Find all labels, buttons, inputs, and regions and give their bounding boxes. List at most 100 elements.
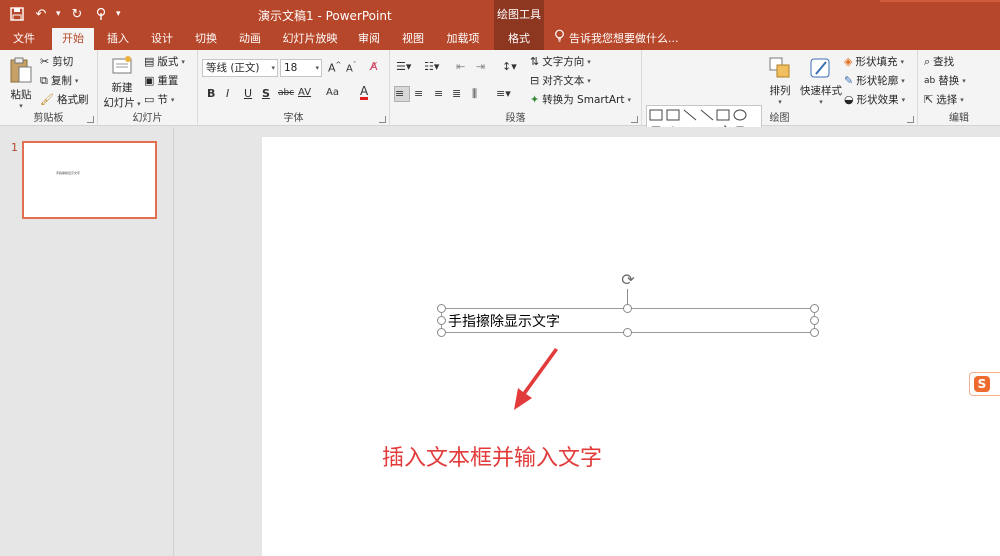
editing-label: 编辑 (949, 113, 969, 124)
ime-toolbar[interactable]: S (969, 372, 1000, 396)
font-group: 等线 (正文) ▾ 18 ▾ A^ Aˇ A̸ B I U S abc AV Aa … (198, 50, 390, 126)
underline-icon[interactable]: U (244, 87, 252, 100)
font-launcher-icon[interactable] (379, 116, 386, 123)
text-box-content[interactable]: 手指擦除显示文字 (448, 311, 560, 331)
tell-me-box[interactable]: 告诉我您想要做什么... (554, 28, 679, 50)
reset-button[interactable]: ▣ 重置 (144, 73, 178, 88)
sogou-ime-icon[interactable]: S (974, 376, 990, 392)
clipboard-label: 剪贴板 (33, 113, 64, 124)
increase-font-size-icon[interactable]: A^ (328, 61, 341, 75)
slide-thumbnail[interactable]: 手指擦除显示文字 (22, 141, 157, 219)
format-painter-button[interactable]: 🖌 格式刷 (40, 92, 88, 107)
resize-handle-top-left[interactable] (437, 304, 446, 313)
section-button[interactable]: ▭ 节 ▾ (144, 92, 174, 107)
numbering-icon[interactable]: ☷▾ (424, 60, 439, 73)
rotate-handle-icon[interactable]: ⟳ (619, 271, 637, 289)
arrange-button[interactable]: 排列 ▾ (764, 56, 796, 106)
clipboard-launcher-icon[interactable] (87, 116, 94, 123)
layout-button[interactable]: ▤ 版式 ▾ (144, 54, 185, 69)
font-name-combo[interactable]: 等线 (正文) ▾ (202, 59, 278, 77)
text-direction-button[interactable]: ⇅ 文字方向 ▾ (530, 54, 591, 69)
tab-file[interactable]: 文件 (6, 28, 42, 50)
paragraph-label: 段落 (505, 113, 526, 124)
annotation-caption: 插入文本框并输入文字 (382, 446, 603, 471)
arrow-line-shape-icon (700, 109, 714, 121)
decrease-font-size-icon[interactable]: Aˇ (346, 61, 356, 74)
bullets-icon[interactable]: ☰▾ (396, 60, 411, 73)
redo-icon[interactable]: ↻ (68, 5, 86, 23)
font-size-combo[interactable]: 18 ▾ (280, 59, 322, 77)
align-text-icon: ⊟ (530, 73, 540, 87)
cut-button[interactable]: ✂ 剪切 (40, 54, 73, 69)
change-case-icon[interactable]: Aa (326, 87, 339, 98)
tab-insert[interactable]: 插入 (100, 28, 136, 50)
resize-handle-top[interactable] (623, 304, 632, 313)
decrease-indent-icon[interactable]: ⇤ (456, 60, 465, 73)
slide[interactable] (262, 137, 1000, 556)
justify-icon[interactable]: ≣ (452, 87, 461, 100)
character-spacing-icon[interactable]: AV (298, 87, 311, 98)
increase-indent-icon[interactable]: ⇥ (476, 60, 485, 73)
paintbrush-icon: 🖌 (40, 92, 54, 106)
undo-icon[interactable]: ↶ (32, 5, 50, 23)
tab-slideshow[interactable]: 幻灯片放映 (278, 28, 342, 50)
textbox-shape-icon (649, 109, 663, 121)
font-color-icon[interactable]: A (360, 85, 369, 100)
text-shadow-icon[interactable]: S (262, 87, 270, 100)
document-title: 演示文稿1 - PowerPoint (258, 9, 392, 23)
resize-handle-left[interactable] (437, 316, 446, 325)
paste-button[interactable]: 粘贴 ▾ (6, 56, 36, 110)
shape-effects-button[interactable]: ◒ 形状效果 ▾ (844, 92, 905, 107)
resize-handle-bottom-left[interactable] (437, 328, 446, 337)
tab-addins[interactable]: 加载项 (440, 28, 486, 50)
touch-mode-icon[interactable] (92, 5, 110, 23)
drawing-launcher-icon[interactable] (907, 116, 914, 123)
tab-home[interactable]: 开始 (52, 28, 94, 50)
ribbon: 粘贴 ▾ ✂ 剪切 ⧉ 复制 ▾ 🖌 格式刷 剪贴板 新建 幻灯片 ▾ ▤ 版式… (0, 50, 1000, 159)
align-text-button[interactable]: ⊟ 对齐文本 ▾ (530, 73, 591, 88)
clear-formatting-icon[interactable]: A̸ (370, 60, 378, 73)
quick-styles-icon (810, 58, 830, 78)
convert-smartart-button[interactable]: ✦ 转换为 SmartArt ▾ (530, 92, 631, 107)
paragraph-launcher-icon[interactable] (631, 116, 638, 123)
replace-button[interactable]: ab 替换 ▾ (924, 73, 966, 88)
new-slide-button[interactable]: 新建 幻灯片 ▾ (102, 55, 142, 110)
align-right-icon[interactable]: ≡ (434, 87, 443, 100)
strikethrough-icon[interactable]: abc (278, 88, 294, 98)
columns-icon[interactable]: ⫼ (472, 87, 477, 101)
find-button[interactable]: ⌕ 查找 (924, 54, 954, 69)
tab-format[interactable]: 格式 (494, 28, 544, 50)
tab-view[interactable]: 视图 (396, 28, 430, 50)
bold-icon[interactable]: B (207, 87, 215, 100)
tab-animations[interactable]: 动画 (232, 28, 268, 50)
tab-design[interactable]: 设计 (144, 28, 180, 50)
shape-outline-button[interactable]: ✎ 形状轮廓 ▾ (844, 73, 905, 88)
align-left-icon[interactable]: ≡ (394, 86, 410, 102)
undo-dropdown-icon[interactable]: ▾ (56, 9, 62, 19)
title-bar: ↶ ▾ ↻ ▾ 演示文稿1 - PowerPoint 绘图工具 (0, 0, 1000, 28)
align-columns-icon[interactable]: ≡▾ (496, 87, 511, 100)
quick-access-toolbar: ↶ ▾ ↻ ▾ (8, 4, 122, 24)
layout-icon: ▤ (144, 54, 155, 68)
clipboard-group: 粘贴 ▾ ✂ 剪切 ⧉ 复制 ▾ 🖌 格式刷 剪贴板 (0, 50, 98, 126)
section-icon: ▭ (144, 92, 155, 106)
paint-bucket-icon: ◈ (844, 54, 853, 68)
align-center-icon[interactable]: ≡ (414, 87, 423, 100)
save-icon[interactable] (8, 5, 26, 23)
resize-handle-bottom-right[interactable] (810, 328, 819, 337)
tab-review[interactable]: 审阅 (352, 28, 386, 50)
resize-handle-bottom[interactable] (623, 328, 632, 337)
text-direction-icon: ⇅ (530, 54, 540, 68)
quick-styles-button[interactable]: 快速样式 ▾ (798, 56, 844, 106)
shape-fill-button[interactable]: ◈ 形状填充 ▾ (844, 54, 904, 69)
customize-icon[interactable]: ▾ (116, 9, 122, 19)
resize-handle-right[interactable] (810, 316, 819, 325)
drawing-tools-context-label: 绘图工具 (494, 0, 544, 28)
slides-group: 新建 幻灯片 ▾ ▤ 版式 ▾ ▣ 重置 ▭ 节 ▾ 幻灯片 (98, 50, 198, 126)
resize-handle-top-right[interactable] (810, 304, 819, 313)
tab-transitions[interactable]: 切换 (188, 28, 224, 50)
select-button[interactable]: ⇱ 选择 ▾ (924, 92, 964, 107)
copy-button[interactable]: ⧉ 复制 ▾ (40, 73, 78, 88)
italic-icon[interactable]: I (226, 87, 229, 100)
line-spacing-icon[interactable]: ↕▾ (502, 60, 517, 73)
